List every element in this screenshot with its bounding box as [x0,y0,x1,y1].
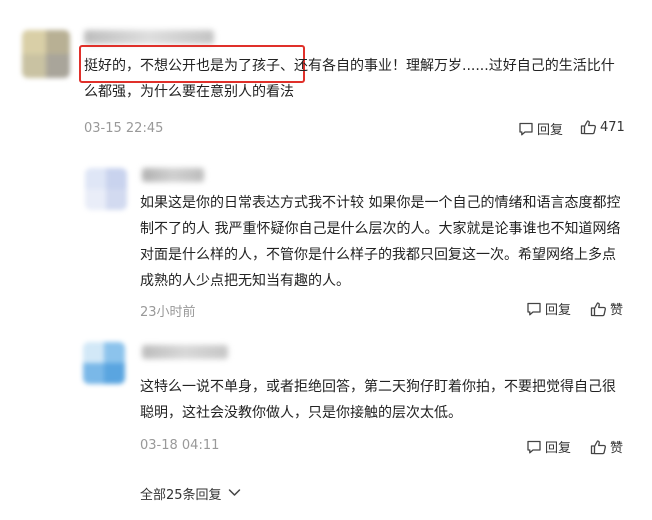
thumbs-up-icon [590,439,607,455]
username-obscured[interactable] [142,168,204,182]
reply-label: 回复 [537,123,564,138]
comment-text: 挺好的，不想公开也是为了孩子、还有各自的事业！理解万岁......过好自己的生活… [84,53,615,105]
reply-button[interactable]: 回复 [526,299,571,318]
comment-line: 么都强，为什么要在意别人的看法 [84,84,294,100]
like-count: 471 [600,119,625,135]
reply-button[interactable]: 回复 [518,119,563,138]
expand-replies-button[interactable]: 全部25条回复 [140,484,241,503]
reply-label: 回复 [545,303,572,318]
comment-line: 成熟的人少点把无知当有趣的人。 [140,273,350,289]
thumbs-up-icon [580,119,597,135]
comment-text: 这特么一说不单身，或者拒绝回答，第二天狗仔盯着你拍，不要把觉得自己很 聪明，这社… [140,374,616,426]
reply-label: 回复 [545,441,572,456]
like-button[interactable]: 赞 [590,437,623,456]
like-button[interactable]: 471 [580,119,625,135]
comment-line: 挺好的，不想公开也是为了孩子、还有各自的事业！理解万岁......过好自己的生活… [84,58,615,74]
avatar[interactable] [22,30,70,78]
like-button[interactable]: 赞 [590,299,623,318]
comment-line: 制不了的人 我严重怀疑你自己是什么层次的人。大家就是论事谁也不知道网络 [140,221,621,237]
comment-time: 23小时前 [140,305,196,320]
thumbs-up-icon [590,301,607,317]
comment-text: 如果这是你的日常表达方式我不计较 如果你是一个自己的情绪和语言态度都控 制不了的… [140,190,620,294]
comment-line: 这特么一说不单身，或者拒绝回答，第二天狗仔盯着你拍，不要把觉得自己很 [140,379,616,395]
comment-line: 聪明，这社会没教你做人，只是你接触的层次太低。 [140,405,462,421]
comment-line: 对面是什么样的人，不管你是什么样子的我都只回复这一次。希望网络上多点 [140,247,616,263]
comment-bubble-icon [518,121,534,137]
expand-label: 全部25条回复 [140,488,222,503]
avatar[interactable] [85,168,127,210]
chevron-down-icon [228,486,241,501]
reply-button[interactable]: 回复 [526,437,571,456]
comment-time: 03-18 04:11 [140,438,220,453]
comment-bubble-icon [526,439,542,455]
comment-line: 如果这是你的日常表达方式我不计较 如果你是一个自己的情绪和语言态度都控 [140,195,621,211]
username-obscured[interactable] [84,30,214,44]
like-label: 赞 [610,441,624,456]
comment-time: 03-15 22:45 [84,121,164,136]
avatar[interactable] [83,342,125,384]
comment-bubble-icon [526,301,542,317]
like-label: 赞 [610,303,624,318]
username-obscured[interactable] [142,345,228,359]
